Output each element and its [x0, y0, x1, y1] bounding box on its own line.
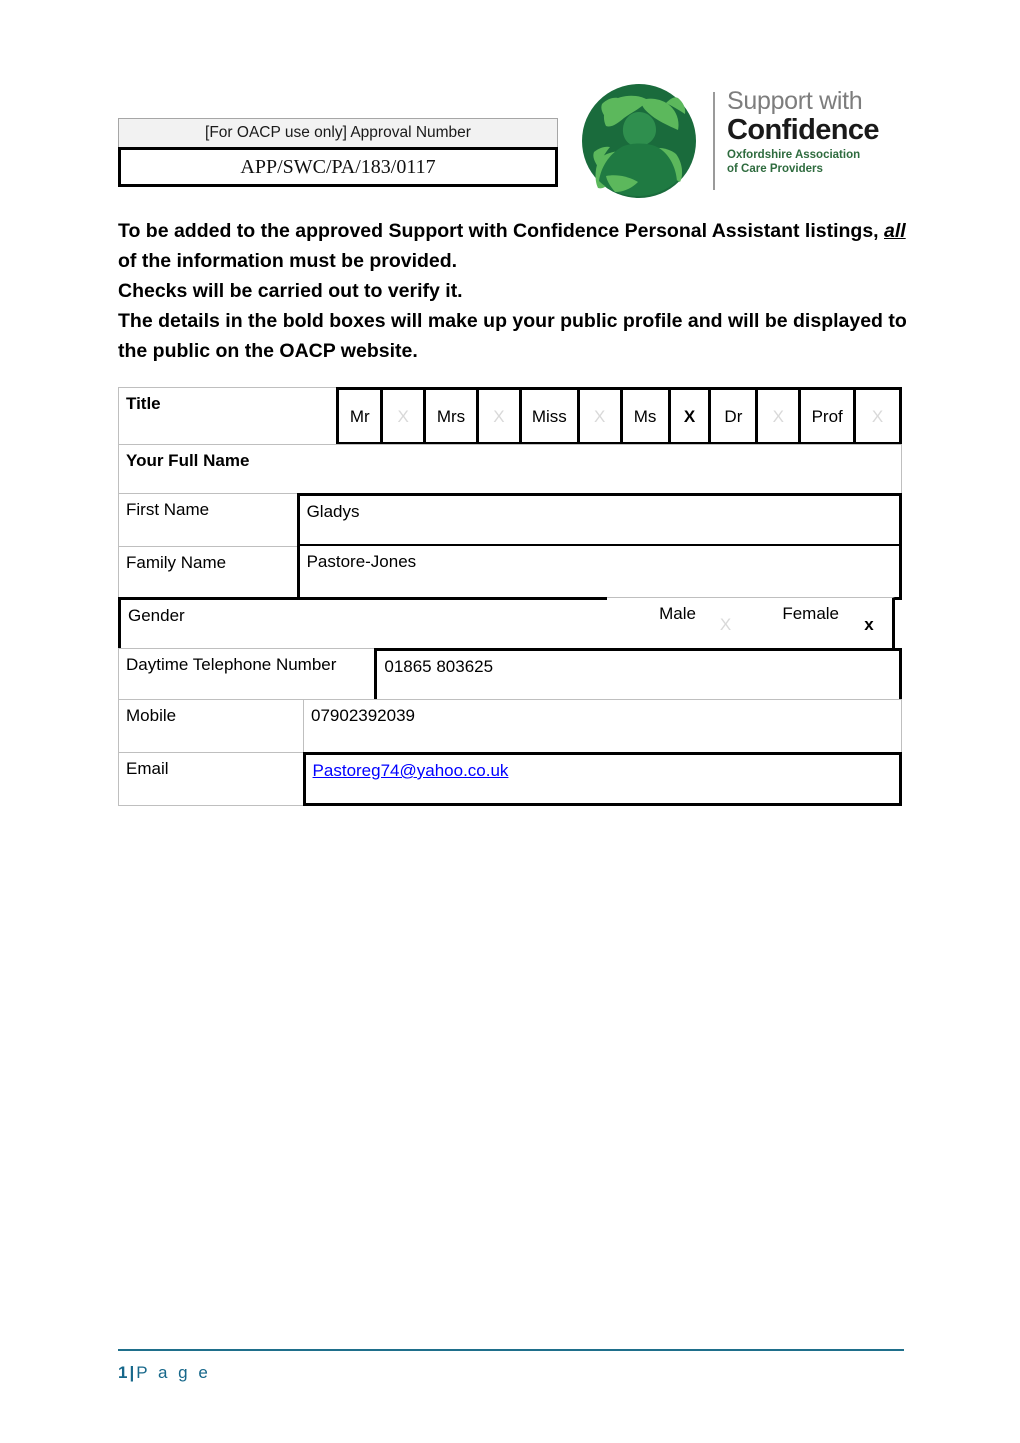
logo-divider: [713, 92, 715, 190]
form-row-first-name: First Name Gladys: [118, 493, 902, 547]
instructions-emphasis-all: all: [884, 220, 906, 242]
title-mark-dr: X: [772, 406, 784, 426]
first-name-value[interactable]: Gladys: [296, 493, 902, 547]
instructions-line-3: The details in the bold boxes will make …: [118, 310, 907, 362]
approval-number-label: [For OACP use only] Approval Number: [118, 118, 558, 148]
logo-wordmark: Support with Confidence Oxfordshire Asso…: [727, 88, 907, 176]
personal-details-form: Title Mr X Mrs X Miss X Ms X Dr X Prof X…: [118, 387, 902, 806]
title-mark-miss: X: [594, 406, 606, 426]
title-label: Title: [118, 387, 338, 445]
email-value-cell[interactable]: Pastoreg74@yahoo.co.uk: [302, 752, 902, 806]
approval-number-block: [For OACP use only] Approval Number APP/…: [118, 118, 558, 187]
footer-page-word: P a g e: [136, 1363, 211, 1382]
title-checkbox-miss[interactable]: X: [576, 387, 623, 445]
daytime-telephone-label: Daytime Telephone Number: [118, 648, 376, 702]
hands-circle-logo-icon: [582, 84, 696, 198]
title-checkbox-prof[interactable]: X: [853, 387, 902, 445]
title-mark-prof: X: [871, 406, 884, 426]
support-with-confidence-logo: Support with Confidence Oxfordshire Asso…: [580, 80, 904, 205]
form-row-family-name: Family Name Pastore-Jones: [118, 546, 902, 600]
instructions-line-1-part-b: of the information must be provided.: [118, 250, 458, 272]
title-option-label-dr: Dr: [708, 387, 759, 445]
email-address-link[interactable]: Pastoreg74@yahoo.co.uk: [313, 760, 509, 781]
family-name-label: Family Name: [118, 546, 298, 600]
gender-label: Gender: [118, 597, 610, 651]
gender-checkbox-male[interactable]: X: [703, 597, 751, 651]
title-checkbox-mrs[interactable]: X: [475, 387, 522, 445]
title-option-label-miss: Miss: [518, 387, 580, 445]
logo-subtitle-line2: of Care Providers: [727, 163, 823, 175]
gender-mark-male: X: [719, 614, 732, 634]
instructions-line-1-part-a: To be added to the approved Support with…: [118, 220, 884, 242]
first-name-label: First Name: [118, 493, 298, 547]
gender-option-label-female: Female: [748, 597, 849, 651]
title-mark-ms: X: [683, 406, 696, 426]
title-mark-mrs: X: [493, 406, 505, 426]
form-row-title: Title Mr X Mrs X Miss X Ms X Dr X Prof X: [118, 387, 902, 445]
logo-line-confidence: Confidence: [727, 114, 880, 146]
email-label: Email: [118, 752, 304, 806]
logo-line-support-with: Support with: [727, 87, 863, 115]
form-row-full-name-header: Your Full Name: [118, 444, 902, 494]
title-option-label-ms: Ms: [619, 387, 671, 445]
mobile-value[interactable]: 07902392039: [303, 699, 902, 753]
daytime-telephone-value[interactable]: 01865 803625: [374, 648, 902, 702]
form-row-email: Email Pastoreg74@yahoo.co.uk: [118, 752, 902, 806]
family-name-value[interactable]: Pastore-Jones: [296, 546, 902, 600]
approval-number-value: APP/SWC/PA/183/0117: [118, 147, 558, 187]
form-row-gender: Gender Male X Female x: [118, 597, 902, 651]
title-option-label-mrs: Mrs: [423, 387, 479, 445]
footer-divider: [118, 1349, 904, 1351]
page-number-indicator: 1 | P a g e: [118, 1363, 904, 1383]
logo-subtitle-line1: Oxfordshire Association: [727, 149, 861, 161]
gender-checkbox-female[interactable]: x: [846, 597, 895, 651]
gender-mark-female: x: [864, 614, 874, 634]
title-checkbox-ms[interactable]: X: [667, 387, 712, 445]
title-mark-mr: X: [397, 406, 409, 426]
mobile-label: Mobile: [118, 699, 304, 753]
gender-option-label-male: Male: [607, 597, 706, 651]
full-name-section-header: Your Full Name: [118, 444, 902, 494]
instructions-line-1: To be added to the approved Support with…: [118, 216, 908, 276]
page-footer: 1 | P a g e: [118, 1349, 904, 1383]
title-checkbox-dr[interactable]: X: [755, 387, 802, 445]
instructions-line-2: Checks will be carried out to verify it.: [118, 280, 463, 302]
title-option-label-mr: Mr: [336, 387, 384, 445]
instructions-paragraph: To be added to the approved Support with…: [118, 216, 908, 366]
title-option-label-prof: Prof: [798, 387, 857, 445]
footer-separator: |: [129, 1363, 135, 1382]
document-page: [For OACP use only] Approval Number APP/…: [0, 0, 1020, 1443]
form-row-daytime-telephone: Daytime Telephone Number 01865 803625: [118, 648, 902, 702]
title-checkbox-mr[interactable]: X: [380, 387, 427, 445]
document-header: [For OACP use only] Approval Number APP/…: [118, 80, 904, 210]
form-row-mobile: Mobile 07902392039: [118, 699, 902, 753]
